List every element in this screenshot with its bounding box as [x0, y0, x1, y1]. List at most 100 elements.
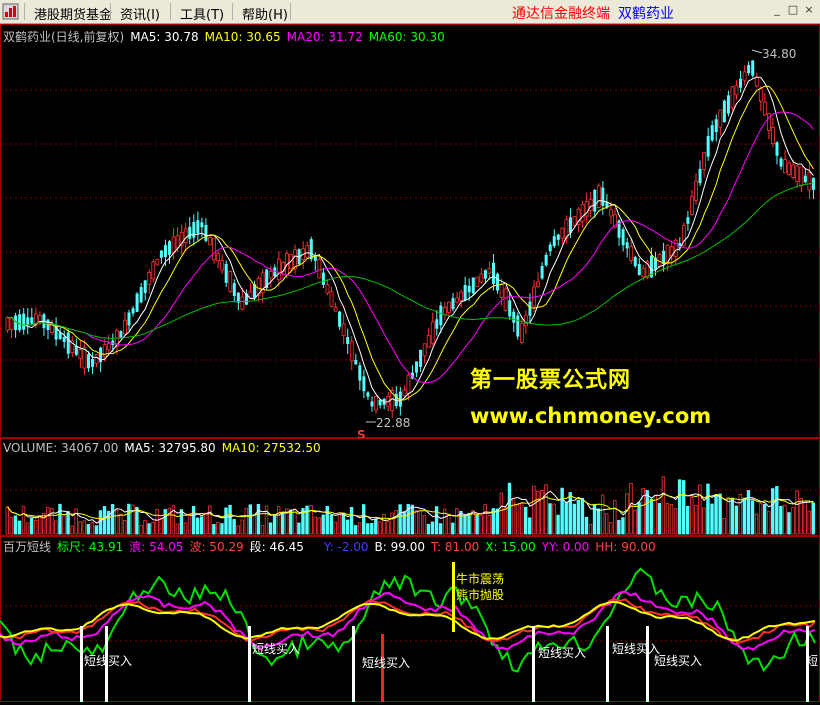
candle-down: [26, 317, 30, 325]
menu-item-tools[interactable]: 工具(T): [180, 4, 224, 23]
indicator-pane[interactable]: 百万短线 标尺: 43.91 浪: 54.05 波: 50.29 段: 46.45 Y: …: [0, 536, 820, 702]
menu-item-info[interactable]: 资讯(I): [120, 4, 160, 23]
candle-down: [451, 298, 455, 310]
candle-down: [714, 119, 718, 133]
candle-down: [131, 308, 135, 314]
candle-down: [196, 220, 200, 234]
candle-down: [188, 226, 192, 239]
volume-bar: [669, 503, 674, 535]
candle-down: [163, 245, 167, 257]
candle-down: [378, 399, 382, 406]
volume-bar: [98, 510, 103, 535]
volume-bar: [649, 498, 653, 535]
volume-bar: [240, 519, 244, 535]
candle-up: [560, 227, 565, 239]
volume-bar: [600, 494, 605, 535]
candle-down: [516, 315, 520, 337]
volume-bar: [325, 505, 329, 535]
volume-bar: [758, 503, 763, 535]
volume-bar: [722, 518, 726, 535]
volume-bar: [633, 509, 637, 535]
volume-bar: [155, 508, 159, 535]
price-chart[interactable]: [0, 24, 820, 438]
candle-up: [268, 271, 273, 279]
candle-up: [333, 306, 338, 312]
volume-bar: [349, 507, 354, 535]
volume-bar: [706, 483, 710, 535]
volume-bar: [163, 509, 167, 535]
volume-bar: [495, 508, 500, 535]
candle-up: [208, 236, 212, 246]
volume-bar: [147, 523, 151, 535]
candle-down: [463, 285, 467, 301]
volume-bar: [771, 488, 775, 535]
volume-bar: [179, 509, 184, 535]
volume-bar: [272, 514, 277, 535]
candle-down: [811, 178, 815, 190]
candle-up: [341, 323, 346, 337]
candle-up: [276, 258, 281, 281]
volume-bar: [175, 523, 180, 535]
y-value: Y: -2.00: [323, 540, 369, 554]
candle-down: [747, 64, 751, 74]
candle-up: [402, 389, 407, 397]
candle-down: [143, 280, 147, 293]
candle-down: [91, 359, 95, 367]
candle-down: [338, 311, 342, 327]
maximize-icon[interactable]: □: [786, 3, 800, 17]
volume-bar: [811, 502, 815, 535]
candle-up: [758, 88, 763, 102]
candle-down: [358, 365, 362, 381]
candle-down: [87, 354, 90, 369]
price-pane[interactable]: 双鹤药业(日线,前复权) MA5: 30.78 MA10: 30.65 MA20: 3…: [0, 24, 820, 442]
volume-bar: [483, 504, 487, 535]
volume-bar: [475, 514, 479, 535]
candle-up: [216, 253, 221, 262]
volume-bar: [220, 523, 224, 535]
volume-bar: [645, 490, 649, 535]
volume-bar: [309, 505, 313, 535]
volume-pane[interactable]: VOLUME: 34067.00 MA5: 32795.80 MA10: 27532…: [0, 438, 820, 536]
candle-up: [349, 341, 354, 362]
volume-bar: [568, 492, 572, 535]
candle-up: [228, 271, 233, 292]
menu-item-help[interactable]: 帮助(H): [242, 4, 288, 23]
minimize-icon[interactable]: _: [770, 3, 784, 17]
candle-up: [503, 288, 508, 311]
volume-bar: [507, 482, 512, 535]
menu-separator: [290, 3, 291, 20]
candle-down: [22, 313, 26, 330]
volume-bar: [394, 510, 398, 535]
volume-ma10: MA10: 27532.50: [221, 441, 321, 455]
volume-bar: [519, 502, 524, 535]
ma10-value: MA10: 30.65: [204, 30, 281, 44]
volume-bar: [791, 507, 795, 535]
candle-up: [220, 260, 225, 271]
volume-bar: [795, 490, 799, 535]
candle-down: [512, 311, 516, 323]
candle-down: [621, 229, 625, 246]
volume-bar: [686, 505, 690, 535]
candle-down: [508, 300, 512, 317]
volume-bar: [353, 525, 358, 535]
candle-down: [30, 317, 34, 324]
close-icon[interactable]: ×: [802, 3, 816, 17]
volume-bar: [216, 522, 220, 535]
volume-bar: [370, 522, 374, 535]
volume-bar: [584, 516, 589, 535]
candle-up: [329, 291, 334, 307]
volume-bar: [657, 503, 662, 535]
volume-bar: [110, 504, 115, 535]
buy-signal-label: 短线买入: [84, 654, 133, 668]
candle-down: [467, 285, 471, 293]
volume-bar: [151, 521, 155, 535]
candle-down: [127, 312, 131, 326]
indicator-chart[interactable]: [0, 536, 820, 702]
volume-bar: [159, 517, 163, 535]
volume-bar: [665, 503, 670, 535]
candle-down: [483, 270, 487, 279]
duan-value: 段: 46.45: [249, 540, 304, 554]
candle-down: [135, 293, 139, 312]
menu-item-hk-futures[interactable]: 港股期货基金: [34, 4, 112, 23]
volume-bar: [183, 522, 188, 535]
